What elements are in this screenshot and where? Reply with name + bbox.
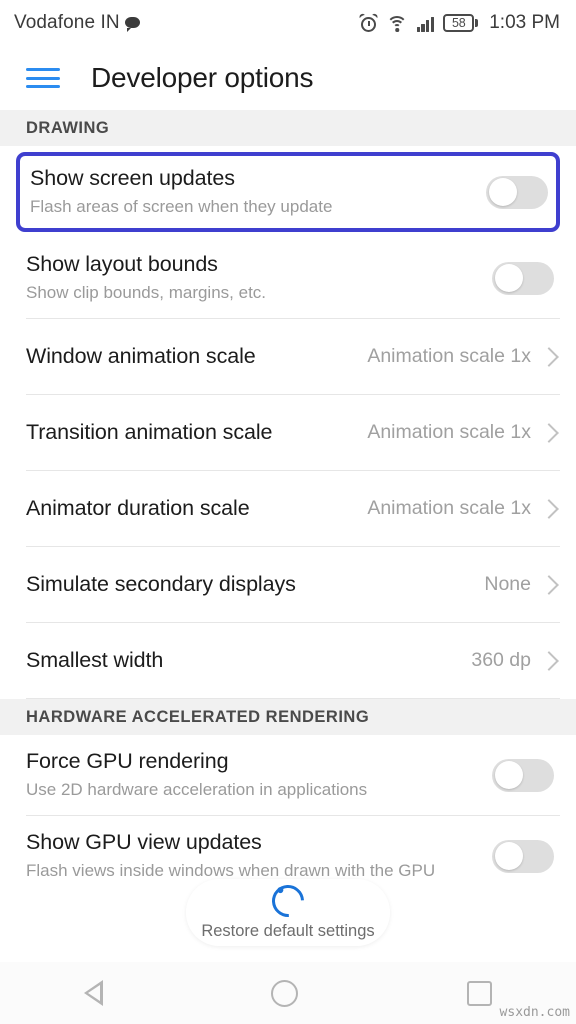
chevron-right-icon — [541, 422, 554, 444]
row-title: Smallest width — [26, 648, 164, 672]
row-text-block: Force GPU rendering Use 2D hardware accel… — [26, 749, 492, 802]
chevron-right-icon — [541, 574, 554, 596]
phone-screen: Vodafone IN 58 1:03 PM Developer options… — [0, 0, 576, 1024]
battery-level-label: 58 — [443, 14, 475, 32]
row-title: Simulate secondary displays — [26, 572, 296, 596]
chevron-right-icon — [541, 650, 554, 672]
app-bar: Developer options — [0, 46, 576, 110]
alarm-clock-icon — [358, 12, 379, 33]
row-text-block: Show layout bounds Show clip bounds, marg… — [26, 252, 492, 305]
recents-icon[interactable] — [466, 980, 492, 1006]
carrier-label: Vodafone IN — [14, 12, 120, 33]
toggle-switch[interactable] — [486, 175, 548, 209]
row-title: Show GPU view updates — [26, 829, 262, 854]
row-title: Show layout bounds — [26, 251, 218, 276]
toggle-switch[interactable] — [492, 839, 554, 873]
toggle-thumb — [494, 264, 523, 292]
watermark: wsxdn.com — [499, 1005, 570, 1020]
settings-row[interactable]: Window animation scale Animation scale 1x — [0, 319, 576, 394]
settings-row[interactable]: Transition animation scale Animation scal… — [0, 395, 576, 470]
settings-row[interactable]: Smallest width 360 dp — [0, 623, 576, 698]
row-text-block: Simulate secondary displays — [26, 572, 484, 597]
toggle-switch[interactable] — [492, 758, 554, 792]
row-text-block: Window animation scale — [26, 344, 367, 369]
restore-defaults-toast: Restore default settings — [186, 878, 390, 946]
toggle-switch[interactable] — [492, 261, 554, 295]
row-value: Animation scale 1x — [367, 421, 531, 443]
settings-row[interactable]: Animator duration scale Animation scale 1… — [0, 471, 576, 546]
chat-bubble-icon — [124, 16, 140, 32]
status-bar-right: 58 1:03 PM — [358, 12, 560, 34]
row-text-block: Show GPU view updates Flash views inside … — [26, 830, 492, 883]
settings-row[interactable]: Force GPU rendering Use 2D hardware accel… — [0, 735, 576, 815]
settings-row[interactable]: Show screen updates Flash areas of screen… — [16, 152, 560, 232]
clock-label: 1:03 PM — [489, 12, 560, 33]
status-bar: Vodafone IN 58 1:03 PM — [0, 0, 576, 46]
row-title: Window animation scale — [26, 344, 256, 368]
toast-label: Restore default settings — [201, 922, 375, 940]
row-subtitle: Use 2D hardware acceleration in applicat… — [26, 779, 368, 799]
toggle-thumb — [488, 178, 517, 206]
back-icon[interactable] — [84, 980, 104, 1006]
row-subtitle: Flash areas of screen when they update — [30, 196, 333, 216]
settings-row[interactable]: Simulate secondary displays None — [0, 547, 576, 622]
chevron-right-icon — [541, 346, 554, 368]
cellular-signal-icon — [416, 15, 435, 32]
home-icon[interactable] — [271, 979, 299, 1007]
row-title: Force GPU rendering — [26, 748, 229, 773]
navigation-bar: wsxdn.com — [0, 962, 576, 1024]
row-value: None — [484, 573, 531, 595]
section-header: DRAWING — [0, 110, 576, 146]
status-bar-left: Vodafone IN — [14, 12, 140, 34]
toggle-thumb — [494, 761, 523, 789]
row-text-block: Animator duration scale — [26, 496, 367, 521]
battery-icon: 58 — [443, 14, 479, 32]
row-title: Transition animation scale — [26, 420, 273, 444]
settings-list: DRAWING Show screen updates Flash areas of… — [0, 110, 576, 962]
row-title: Show screen updates — [30, 165, 235, 190]
wifi-icon — [386, 15, 408, 32]
row-value: 360 dp — [471, 649, 531, 671]
row-value: Animation scale 1x — [367, 345, 531, 367]
section-header: HARDWARE ACCELERATED RENDERING — [0, 699, 576, 735]
settings-row[interactable]: Show layout bounds Show clip bounds, marg… — [0, 238, 576, 318]
row-title: Animator duration scale — [26, 496, 250, 520]
loading-spinner-icon — [265, 878, 311, 924]
chevron-right-icon — [541, 498, 554, 520]
page-title: Developer options — [91, 62, 314, 93]
row-value: Animation scale 1x — [367, 497, 531, 519]
toggle-thumb — [494, 842, 523, 870]
row-text-block: Show screen updates Flash areas of screen… — [30, 166, 486, 219]
row-text-block: Transition animation scale — [26, 420, 367, 445]
hamburger-menu-icon[interactable] — [26, 65, 60, 91]
row-subtitle: Show clip bounds, margins, etc. — [26, 282, 267, 302]
row-text-block: Smallest width — [26, 648, 471, 673]
